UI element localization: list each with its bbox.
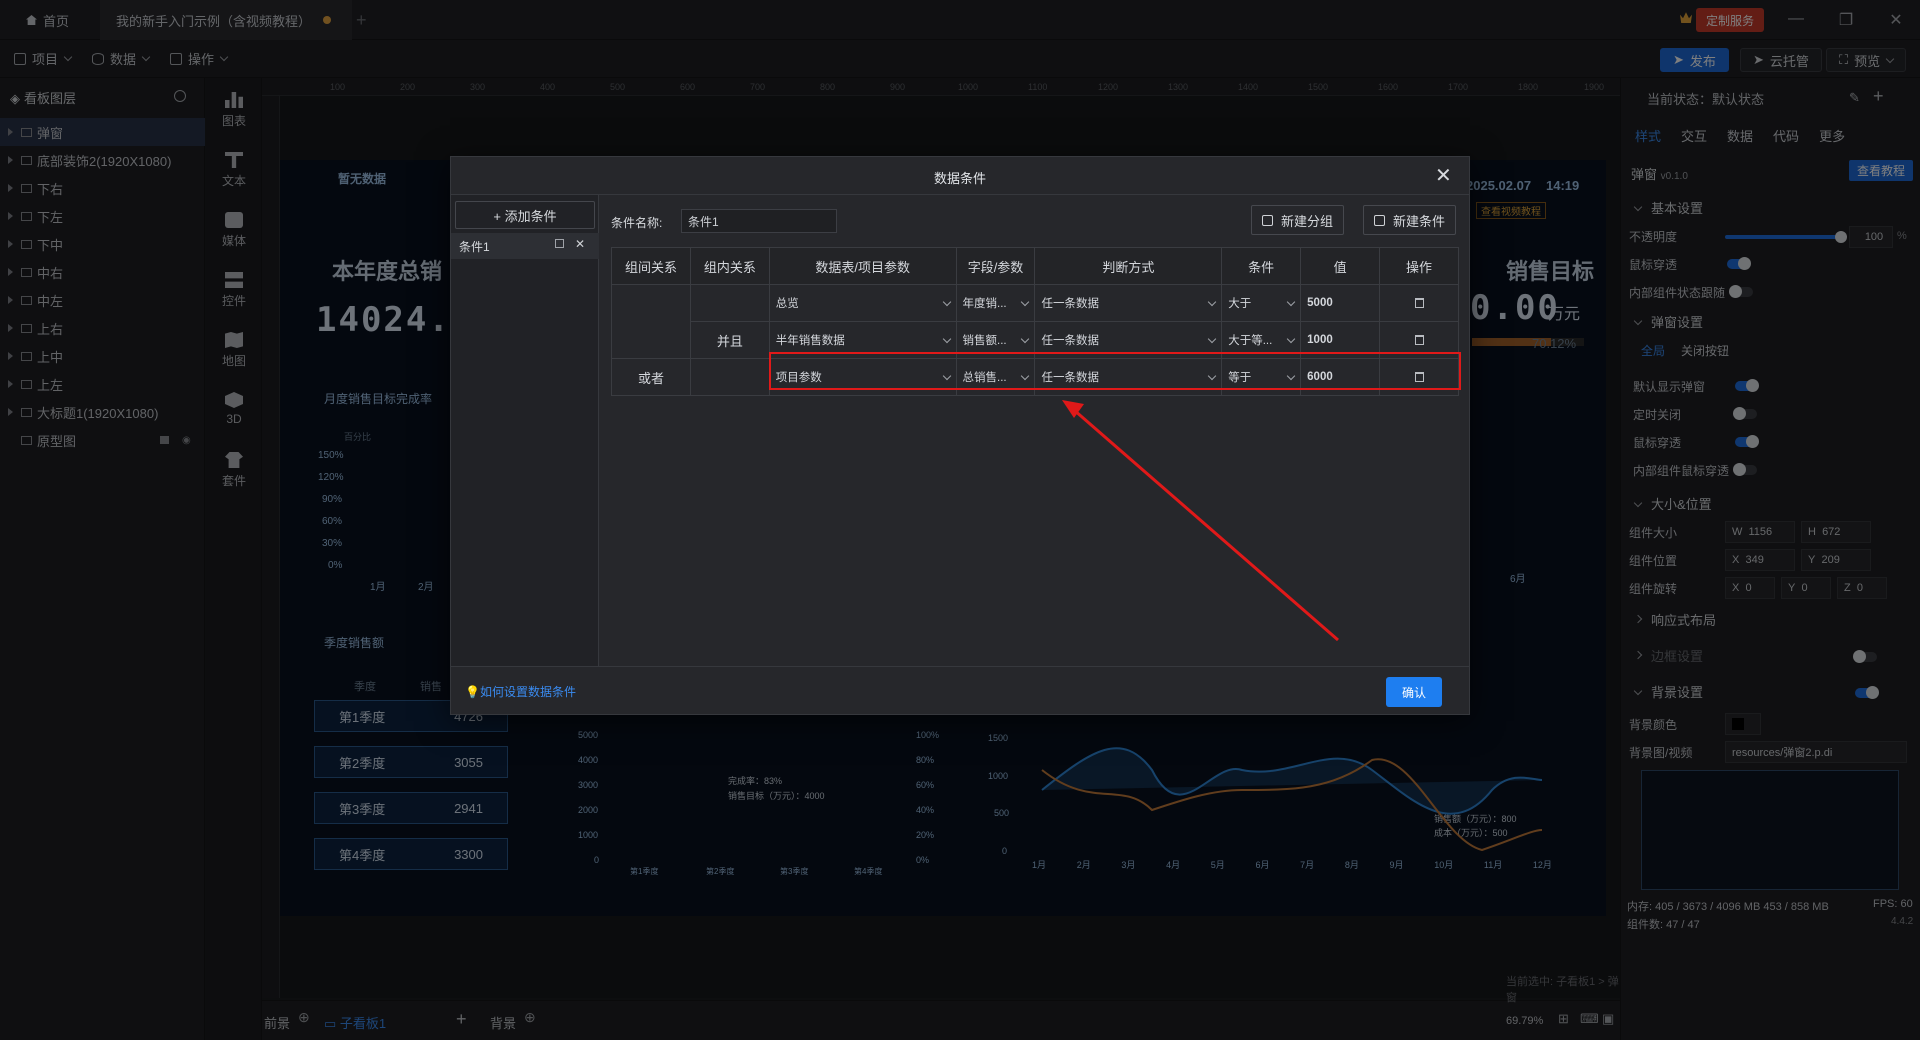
new-group-label: 新建分组 bbox=[1281, 213, 1334, 229]
condition-item-label: 条件1 bbox=[459, 239, 490, 254]
chevron-down-icon bbox=[1207, 334, 1217, 343]
group-icon bbox=[1262, 214, 1273, 226]
chevron-down-icon bbox=[1021, 297, 1030, 306]
close-dialog-icon[interactable]: ✕ bbox=[1435, 163, 1452, 188]
judge-select[interactable]: 任一条数据 bbox=[1034, 284, 1223, 322]
table-header-row: 组间关系 组内关系 数据表/项目参数 字段/参数 判断方式 条件 值 操作 bbox=[611, 247, 1459, 285]
trash-icon[interactable] bbox=[1414, 297, 1424, 308]
column-header: 条件 bbox=[1221, 247, 1302, 285]
value-text: 1000 bbox=[1307, 334, 1333, 346]
chevron-down-icon bbox=[942, 297, 951, 306]
inner-relation-cell[interactable]: 并且 bbox=[689, 321, 770, 359]
field-select-value: 销售额... bbox=[962, 335, 1007, 347]
group-relation-cell[interactable]: 或者 bbox=[611, 358, 691, 396]
data-condition-dialog: 数据条件 ✕ + 添加条件 条件1 ✕ 条件名称: 条件1 新建分组 新建条件 … bbox=[450, 156, 1470, 715]
new-condition-icon bbox=[1374, 214, 1385, 226]
column-header: 数据表/项目参数 bbox=[768, 247, 957, 285]
inner-relation-cell[interactable] bbox=[689, 358, 770, 396]
copy-icon[interactable] bbox=[555, 239, 564, 248]
inner-relation-cell[interactable] bbox=[689, 284, 770, 322]
column-header: 操作 bbox=[1379, 247, 1459, 285]
field-select-value: 年度销... bbox=[962, 298, 1007, 310]
operator-select-value: 大于等... bbox=[1228, 335, 1273, 347]
table-select-value: 半年销售数据 bbox=[775, 335, 845, 347]
field-select[interactable]: 年度销... bbox=[955, 284, 1036, 322]
group-relation-cell[interactable] bbox=[611, 284, 691, 359]
highlight-box bbox=[769, 352, 1461, 390]
new-condition-button[interactable]: 新建条件 bbox=[1363, 205, 1457, 235]
condition-list: + 添加条件 条件1 ✕ bbox=[451, 195, 599, 666]
value-input[interactable]: 5000 bbox=[1300, 284, 1381, 322]
new-group-button[interactable]: 新建分组 bbox=[1251, 205, 1345, 235]
column-header: 组间关系 bbox=[611, 247, 691, 285]
value-text: 5000 bbox=[1307, 297, 1333, 309]
column-header: 判断方式 bbox=[1034, 247, 1223, 285]
confirm-button[interactable]: 确认 bbox=[1386, 677, 1442, 707]
chevron-down-icon bbox=[1207, 297, 1217, 306]
lightbulb-icon: 💡 bbox=[465, 685, 480, 699]
chevron-down-icon bbox=[1286, 297, 1296, 306]
judge-select-value: 任一条数据 bbox=[1041, 298, 1099, 310]
operator-select[interactable]: 大于 bbox=[1221, 284, 1302, 322]
table-select-value: 总览 bbox=[775, 298, 799, 310]
add-condition-button[interactable]: + 添加条件 bbox=[455, 201, 595, 229]
delete-row-cell[interactable] bbox=[1379, 284, 1459, 322]
condition-name-label: 条件名称: bbox=[611, 216, 663, 230]
help-link-label: 如何设置数据条件 bbox=[479, 685, 576, 699]
table-select[interactable]: 总览 bbox=[768, 284, 957, 322]
column-header: 字段/参数 bbox=[955, 247, 1036, 285]
table-row: 总览 年度销... 任一条数据 大于 5000 bbox=[611, 284, 1459, 359]
dialog-footer: 💡如何设置数据条件 bbox=[451, 666, 1469, 714]
dialog-header: 数据条件 ✕ bbox=[451, 157, 1469, 195]
dialog-title: 数据条件 bbox=[933, 171, 986, 186]
chevron-down-icon bbox=[1286, 334, 1296, 343]
condition-list-item[interactable]: 条件1 ✕ bbox=[451, 233, 599, 259]
operator-select-value: 大于 bbox=[1228, 298, 1252, 310]
chevron-down-icon bbox=[942, 334, 951, 343]
column-header: 值 bbox=[1300, 247, 1381, 285]
trash-icon[interactable] bbox=[1414, 334, 1424, 345]
column-header: 组内关系 bbox=[689, 247, 770, 285]
judge-select-value: 任一条数据 bbox=[1041, 335, 1099, 347]
chevron-down-icon bbox=[1021, 334, 1030, 343]
delete-condition-icon[interactable]: ✕ bbox=[575, 237, 585, 251]
new-condition-label: 新建条件 bbox=[1393, 213, 1446, 229]
condition-name-input[interactable]: 条件1 bbox=[681, 209, 837, 233]
help-link[interactable]: 💡如何设置数据条件 bbox=[465, 683, 576, 700]
